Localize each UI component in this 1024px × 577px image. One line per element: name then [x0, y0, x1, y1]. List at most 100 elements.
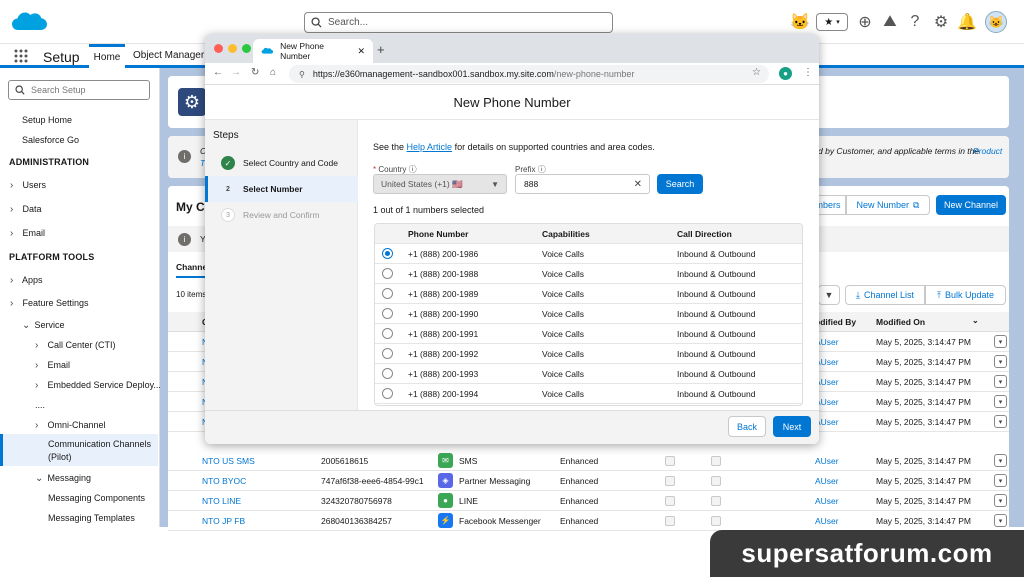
profile-icon[interactable]: ●: [779, 67, 792, 80]
row-actions-dropdown[interactable]: ▾: [994, 494, 1007, 507]
prefix-input[interactable]: 888 ✕: [515, 174, 650, 194]
global-search-input[interactable]: Search...: [304, 12, 613, 33]
maximize-window-dot[interactable]: [242, 44, 251, 53]
info-link[interactable]: Product: [973, 146, 1002, 156]
sidebar-item-salesforce-go[interactable]: Salesforce Go: [22, 135, 79, 145]
sidebar-item-messaging-templates[interactable]: Messaging Templates: [48, 513, 135, 523]
avatar[interactable]: 😺: [985, 11, 1007, 33]
trailhead-icon[interactable]: ⛰: [880, 12, 900, 32]
row-actions-dropdown[interactable]: ▾: [994, 395, 1007, 408]
table-row[interactable]: NTO LINE 324320780756978 ● LINE Enhanced AUse…: [168, 491, 1009, 511]
phone-number-row[interactable]: +1 (888) 200-1988 Voice Calls Inbound & Ou…: [375, 264, 802, 284]
radio-button[interactable]: [382, 328, 393, 339]
sidebar-item-embedded-service[interactable]: › Embedded Service Deploy...: [35, 380, 161, 391]
sidebar-item-call-center[interactable]: › Call Center (CTI): [35, 340, 116, 351]
radio-button[interactable]: [382, 348, 393, 359]
new-number-button[interactable]: New Number ⧉: [846, 195, 930, 215]
table-row[interactable]: NTO JP FB 268040136384257 ⚡ Facebook Messen…: [168, 511, 1009, 531]
sidebar-item-data[interactable]: › Data: [10, 204, 42, 215]
new-tab-icon[interactable]: +: [377, 42, 385, 57]
next-button[interactable]: Next: [773, 416, 811, 437]
table-row[interactable]: NTO US SMS 2005618615 ✉ SMS Enhanced AUser May…: [168, 451, 1009, 471]
modified-by-link[interactable]: AUser: [815, 516, 839, 526]
add-icon[interactable]: ⊕: [855, 12, 875, 32]
phone-number-row[interactable]: +1 (888) 200-1986 Voice Calls Inbound & Ou…: [375, 244, 802, 264]
sidebar-item-users[interactable]: › Users: [10, 180, 46, 191]
forward-arrow-icon[interactable]: →: [231, 67, 241, 78]
tab-channels[interactable]: Channe: [176, 262, 208, 278]
step-select-country[interactable]: ✓ Select Country and Code: [205, 150, 358, 176]
phone-number-row[interactable]: +1 (888) 200-1993 Voice Calls Inbound & Ou…: [375, 364, 802, 384]
close-window-dot[interactable]: [214, 44, 223, 53]
channel-name-link[interactable]: NTO JP FB: [202, 516, 245, 526]
sidebar-item-messaging-components[interactable]: Messaging Components: [48, 493, 145, 503]
phone-number-row[interactable]: +1 (888) 200-1992 Voice Calls Inbound & Ou…: [375, 344, 802, 364]
phone-number-row[interactable]: +1 (888) 200-1994 Voice Calls Inbound & Ou…: [375, 384, 802, 404]
phone-number-row[interactable]: +1 (888) 200-1990 Voice Calls Inbound & Ou…: [375, 304, 802, 324]
step-review-confirm[interactable]: 3 Review and Confirm: [205, 202, 358, 228]
step-select-number[interactable]: 2 Select Number: [205, 176, 358, 202]
channel-name-link[interactable]: NTO US SMS: [202, 456, 255, 466]
radio-button[interactable]: [382, 288, 393, 299]
column-header-modified-by[interactable]: odified By: [815, 317, 856, 327]
country-select[interactable]: United States (+1) 🇺🇸 ▼: [373, 174, 507, 194]
row-actions-dropdown[interactable]: ▾: [994, 335, 1007, 348]
phone-number-row[interactable]: +1 (888) 200-1991 Voice Calls Inbound & Ou…: [375, 324, 802, 344]
browser-tab[interactable]: New Phone Number ✕: [253, 39, 373, 63]
home-icon[interactable]: ⌂: [270, 67, 276, 78]
help-icon[interactable]: ?: [905, 12, 925, 32]
radio-button[interactable]: [382, 368, 393, 379]
help-article-link[interactable]: Help Article: [407, 142, 453, 152]
channel-list-button[interactable]: ⤓ Channel List: [845, 285, 925, 305]
column-header-modified-on[interactable]: Modified On: [876, 317, 925, 327]
row-actions-dropdown[interactable]: ▾: [994, 454, 1007, 467]
more-menu-icon[interactable]: ⋮: [803, 67, 813, 78]
new-channel-button[interactable]: New Channel: [936, 195, 1006, 215]
einstein-icon[interactable]: 🐱: [790, 12, 810, 32]
tab-object-manager[interactable]: Object Manager: [133, 50, 204, 61]
modified-by-link[interactable]: AUser: [815, 476, 839, 486]
radio-button[interactable]: [382, 388, 393, 399]
back-button[interactable]: Back: [728, 416, 766, 437]
back-arrow-icon[interactable]: ←: [213, 67, 223, 78]
minimize-window-dot[interactable]: [228, 44, 237, 53]
table-row[interactable]: NTO BYOC 747af6f38-eee6-4854-99c1 ◈ Partner…: [168, 471, 1009, 491]
row-actions-dropdown[interactable]: ▾: [994, 415, 1007, 428]
modified-by-link[interactable]: AUser: [815, 456, 839, 466]
chevron-down-icon[interactable]: ⌄: [972, 316, 979, 325]
row-actions-dropdown[interactable]: ▾: [994, 375, 1007, 388]
sidebar-item-email-service[interactable]: › Email: [35, 360, 70, 371]
channel-name-link[interactable]: NTO BYOC: [202, 476, 246, 486]
search-button[interactable]: Search: [657, 174, 703, 194]
tab-home[interactable]: Home: [89, 44, 125, 68]
radio-button[interactable]: [382, 248, 393, 259]
channel-name-link[interactable]: NTO LINE: [202, 496, 241, 506]
modified-by-link[interactable]: AUser: [815, 496, 839, 506]
phone-number-row[interactable]: +1 (888) 200-1989 Voice Calls Inbound & Ou…: [375, 284, 802, 304]
reload-icon[interactable]: ↻: [251, 67, 259, 78]
setup-search-input[interactable]: Search Setup: [8, 80, 150, 100]
bulk-update-button[interactable]: ⤒ Bulk Update: [925, 285, 1006, 305]
sidebar-item-setup-home[interactable]: Setup Home: [22, 115, 72, 125]
clear-icon[interactable]: ✕: [634, 179, 642, 190]
filter-icon[interactable]: ▼: [818, 285, 840, 305]
radio-button[interactable]: [382, 268, 393, 279]
favorites-icon[interactable]: ★ ▾: [816, 13, 848, 31]
sidebar-item-omni-channel[interactable]: › Omni-Channel: [35, 420, 106, 431]
url-input[interactable]: ⚲ https://e360management--sandbox001.san…: [289, 65, 769, 83]
sidebar-item-messaging[interactable]: ⌄ Messaging: [35, 473, 91, 484]
bell-icon[interactable]: 🔔: [957, 12, 977, 32]
close-tab-icon[interactable]: ✕: [357, 46, 365, 57]
radio-button[interactable]: [382, 308, 393, 319]
row-actions-dropdown[interactable]: ▾: [994, 474, 1007, 487]
sidebar-item-service[interactable]: ⌄ Service: [22, 320, 65, 331]
sidebar-item-apps[interactable]: › Apps: [10, 275, 43, 286]
row-actions-dropdown[interactable]: ▾: [994, 355, 1007, 368]
sidebar-item-email[interactable]: › Email: [10, 228, 45, 239]
bookmark-star-icon[interactable]: ☆: [752, 67, 761, 78]
salesforce-logo[interactable]: [10, 8, 50, 36]
sidebar-item-feature-settings[interactable]: › Feature Settings: [10, 298, 89, 309]
gear-icon[interactable]: ⚙: [931, 12, 951, 32]
app-launcher-icon[interactable]: [14, 49, 28, 63]
row-actions-dropdown[interactable]: ▾: [994, 514, 1007, 527]
